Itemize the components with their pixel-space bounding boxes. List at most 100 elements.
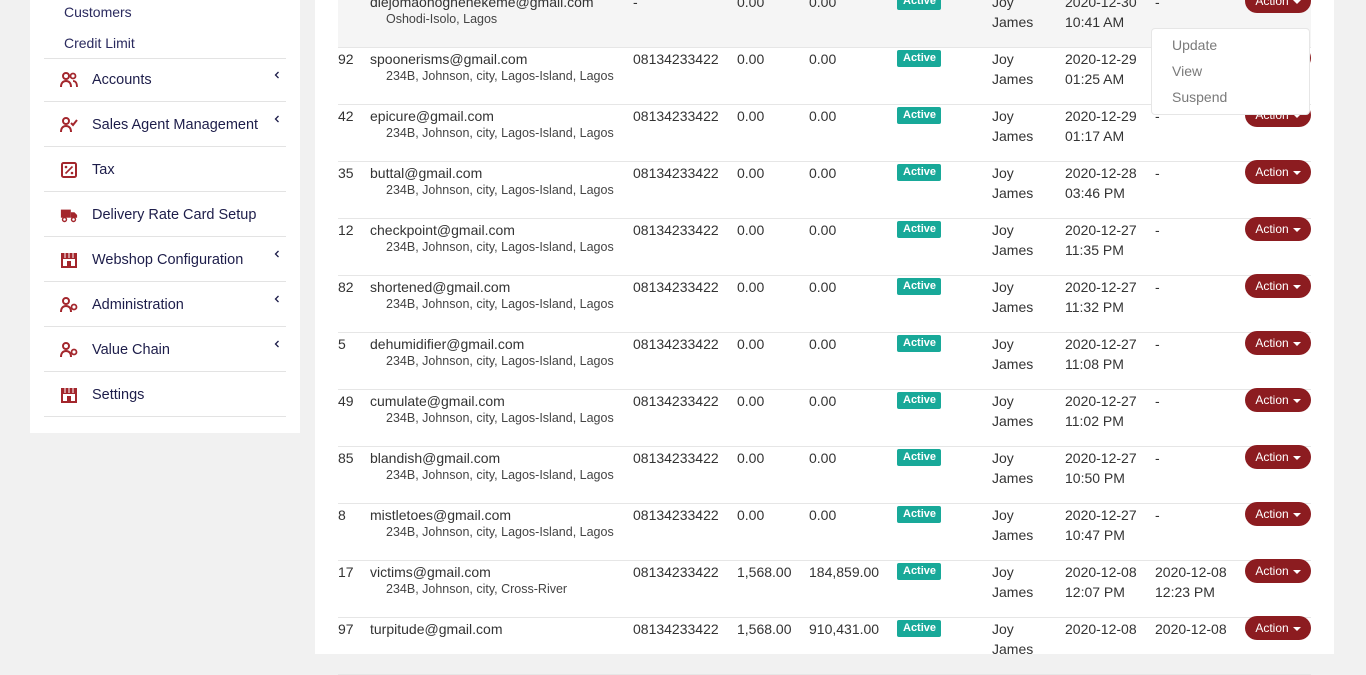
dropdown-item-view[interactable]: View [1172, 63, 1202, 79]
cell-address: 234B, Johnson, city, Lagos-Island, Lagos [386, 354, 614, 368]
sidebar-item-label: Delivery Rate Card Setup [92, 206, 257, 223]
cell-created-time: 11:08 PM [1065, 356, 1124, 372]
cell-address: 234B, Johnson, city, Lagos-Island, Lagos [386, 525, 614, 539]
action-button[interactable]: Action [1245, 616, 1311, 640]
sidebar-item-delivery-rate-card-setup[interactable]: Delivery Rate Card Setup [44, 193, 286, 237]
cell-phone: - [633, 0, 638, 10]
cell-balance: 0.00 [809, 507, 837, 523]
caret-down-icon [1292, 569, 1301, 574]
cell-updated-date: - [1155, 0, 1160, 10]
cell-agent-last: James [992, 584, 1034, 600]
sidebar-item-webshop-configuration[interactable]: Webshop Configuration [44, 238, 286, 282]
cell-email: epicure@gmail.com [370, 108, 494, 124]
store-icon [60, 251, 78, 269]
cell-agent-last: James [992, 470, 1034, 486]
chevron-left-icon [274, 115, 279, 123]
cell-phone: 08134233422 [633, 222, 719, 238]
cell-updated-date: - [1155, 222, 1160, 238]
cell-created-date: 2020-12-27 [1065, 393, 1137, 409]
sidebar-item-label: Administration [92, 296, 184, 313]
cell-phone: 08134233422 [633, 336, 719, 352]
chevron-left-icon [274, 340, 279, 348]
table-row: 5 dehumidifier@gmail.com 08134233422 0.00 0.… [338, 331, 1311, 390]
cell-id: 35 [338, 165, 354, 181]
store-icon [60, 386, 78, 404]
cell-created-date: 2020-12-27 [1065, 336, 1137, 352]
cell-address: 234B, Johnson, city, Cross-River [386, 582, 568, 596]
action-button[interactable]: Action [1245, 445, 1311, 469]
status-badge: Active [897, 563, 942, 580]
dropdown-item-suspend[interactable]: Suspend [1172, 89, 1227, 105]
cell-created-date: 2020-12-29 [1065, 108, 1137, 124]
action-button-label: Action [1255, 0, 1289, 8]
sidebar-subitem-credit-limit[interactable]: Credit Limit [64, 35, 135, 51]
cell-agent-first: Joy [992, 165, 1014, 181]
caret-down-icon [1292, 626, 1301, 631]
cell-address: 234B, Johnson, city, Lagos-Island, Lagos [386, 411, 614, 425]
cell-amount: 0.00 [737, 336, 765, 352]
cell-phone: 08134233422 [633, 450, 719, 466]
chevron-left-icon [274, 250, 279, 258]
cell-phone: 08134233422 [633, 564, 719, 580]
cell-balance: 0.00 [809, 51, 837, 67]
cell-agent-last: James [992, 356, 1034, 372]
cell-agent-last: James [992, 185, 1034, 201]
cell-agent-first: Joy [992, 0, 1014, 10]
action-button[interactable]: Action [1245, 331, 1311, 355]
sidebar-subitem-customers[interactable]: Customers [64, 4, 132, 20]
cell-address: 234B, Johnson, city, Lagos-Island, Lagos [386, 183, 614, 197]
cell-agent-last: James [992, 128, 1034, 144]
action-button[interactable]: Action [1245, 388, 1311, 412]
action-button[interactable]: Action [1245, 160, 1311, 184]
table-row: 85 blandish@gmail.com 08134233422 0.00 0.00 J… [338, 445, 1311, 504]
action-button-label: Action [1255, 393, 1289, 407]
cell-address: 234B, Johnson, city, Lagos-Island, Lagos [386, 297, 614, 311]
action-button[interactable]: Action [1245, 217, 1311, 241]
cell-email: blandish@gmail.com [370, 450, 501, 466]
cell-balance: 0.00 [809, 336, 837, 352]
cell-email: turpitude@gmail.com [370, 621, 503, 637]
action-button[interactable]: Action [1245, 0, 1311, 13]
table-row: 82 shortened@gmail.com 08134233422 0.00 0.00… [338, 274, 1311, 333]
cell-id: 49 [338, 393, 354, 409]
sidebar-item-value-chain[interactable]: Value Chain [44, 328, 286, 372]
cell-id: 5 [338, 336, 346, 352]
sidebar-item-sales-agent-management[interactable]: Sales Agent Management [44, 103, 286, 147]
sidebar-item-administration[interactable]: Administration [44, 283, 286, 327]
cell-address: 234B, Johnson, city, Lagos-Island, Lagos [386, 240, 614, 254]
cell-created-time: 10:50 PM [1065, 470, 1125, 486]
user-gear-icon [60, 296, 78, 314]
action-button-label: Action [1255, 507, 1289, 521]
cell-balance: 0.00 [809, 279, 837, 295]
cell-id: 17 [338, 564, 354, 580]
cell-agent-last: James [992, 641, 1034, 657]
dropdown-item-update[interactable]: Update [1172, 37, 1217, 53]
cell-balance: 184,859.00 [809, 564, 880, 580]
action-button[interactable]: Action [1245, 559, 1311, 583]
sidebar-item-settings[interactable]: Settings [44, 373, 286, 417]
cell-balance: 0.00 [809, 222, 837, 238]
cell-created-time: 10:41 AM [1065, 14, 1125, 30]
cell-id: 82 [338, 279, 354, 295]
cell-agent-first: Joy [992, 450, 1014, 466]
action-button[interactable]: Action [1245, 274, 1311, 298]
sidebar-item-tax[interactable]: Tax [44, 148, 286, 192]
sidebar-item-accounts[interactable]: Accounts [44, 58, 286, 102]
cell-amount: 1,568.00 [737, 564, 792, 580]
cell-amount: 0.00 [737, 279, 765, 295]
cell-phone: 08134233422 [633, 621, 719, 637]
cell-updated-date: - [1155, 336, 1160, 352]
action-button[interactable]: Action [1245, 502, 1311, 526]
cell-amount: 1,568.00 [737, 621, 792, 637]
caret-down-icon [1292, 0, 1301, 4]
cell-email: dehumidifier@gmail.com [370, 336, 525, 352]
caret-down-icon [1292, 284, 1301, 289]
sidebar-item-label: Settings [92, 386, 145, 403]
cell-address: 234B, Johnson, city, Lagos-Island, Lagos [386, 126, 614, 140]
cell-updated-date: - [1155, 393, 1160, 409]
cell-email: shortened@gmail.com [370, 279, 511, 295]
status-badge: Active [897, 0, 942, 10]
cell-created-time: 11:35 PM [1065, 242, 1124, 258]
action-button-label: Action [1255, 450, 1289, 464]
cell-address: Oshodi-Isolo, Lagos [386, 12, 498, 26]
